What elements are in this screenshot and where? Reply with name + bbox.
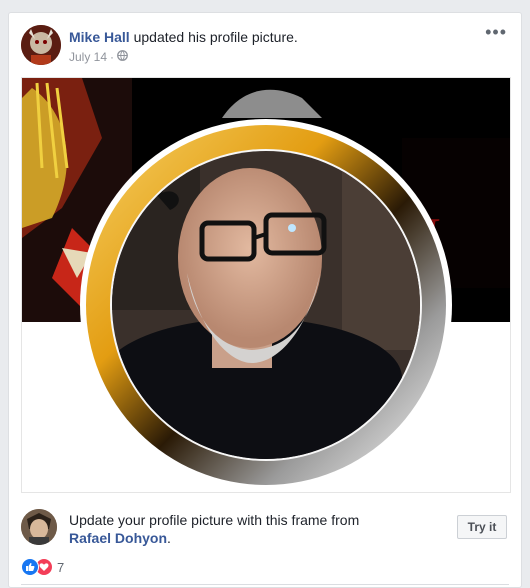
more-options-icon[interactable]: ••• <box>485 23 507 41</box>
post-date[interactable]: July 14 <box>69 50 107 64</box>
frame-promo-text: Update your profile picture with this fr… <box>69 511 399 547</box>
post-action-text: updated his profile picture. <box>129 29 298 45</box>
reaction-count[interactable]: 7 <box>57 560 64 575</box>
post-divider <box>21 584 509 585</box>
profile-frame <box>80 119 452 491</box>
feed-post: Mike Hall updated his profile picture. J… <box>8 12 522 588</box>
author-avatar[interactable] <box>21 25 61 65</box>
try-it-button[interactable]: Try it <box>457 515 507 539</box>
globe-icon[interactable] <box>117 50 128 64</box>
reactions-summary[interactable]: 7 <box>21 557 64 577</box>
profile-picture-photo[interactable]: N <box>21 77 511 493</box>
author-name-link[interactable]: Mike Hall <box>69 29 130 45</box>
post-meta: July 14 · <box>69 50 128 64</box>
like-icon <box>21 558 39 576</box>
frame-promo-end: . <box>167 530 171 546</box>
post-header: Mike Hall updated his profile picture. J… <box>21 23 509 65</box>
frame-promo-message: Update your profile picture with this fr… <box>69 512 360 528</box>
frame-author-avatar[interactable] <box>21 509 57 545</box>
frame-promo: Update your profile picture with this fr… <box>21 509 509 549</box>
post-headline: Mike Hall updated his profile picture. <box>69 29 298 45</box>
frame-author-link[interactable]: Rafael Dohyon <box>69 530 167 546</box>
meta-separator: · <box>110 50 115 64</box>
